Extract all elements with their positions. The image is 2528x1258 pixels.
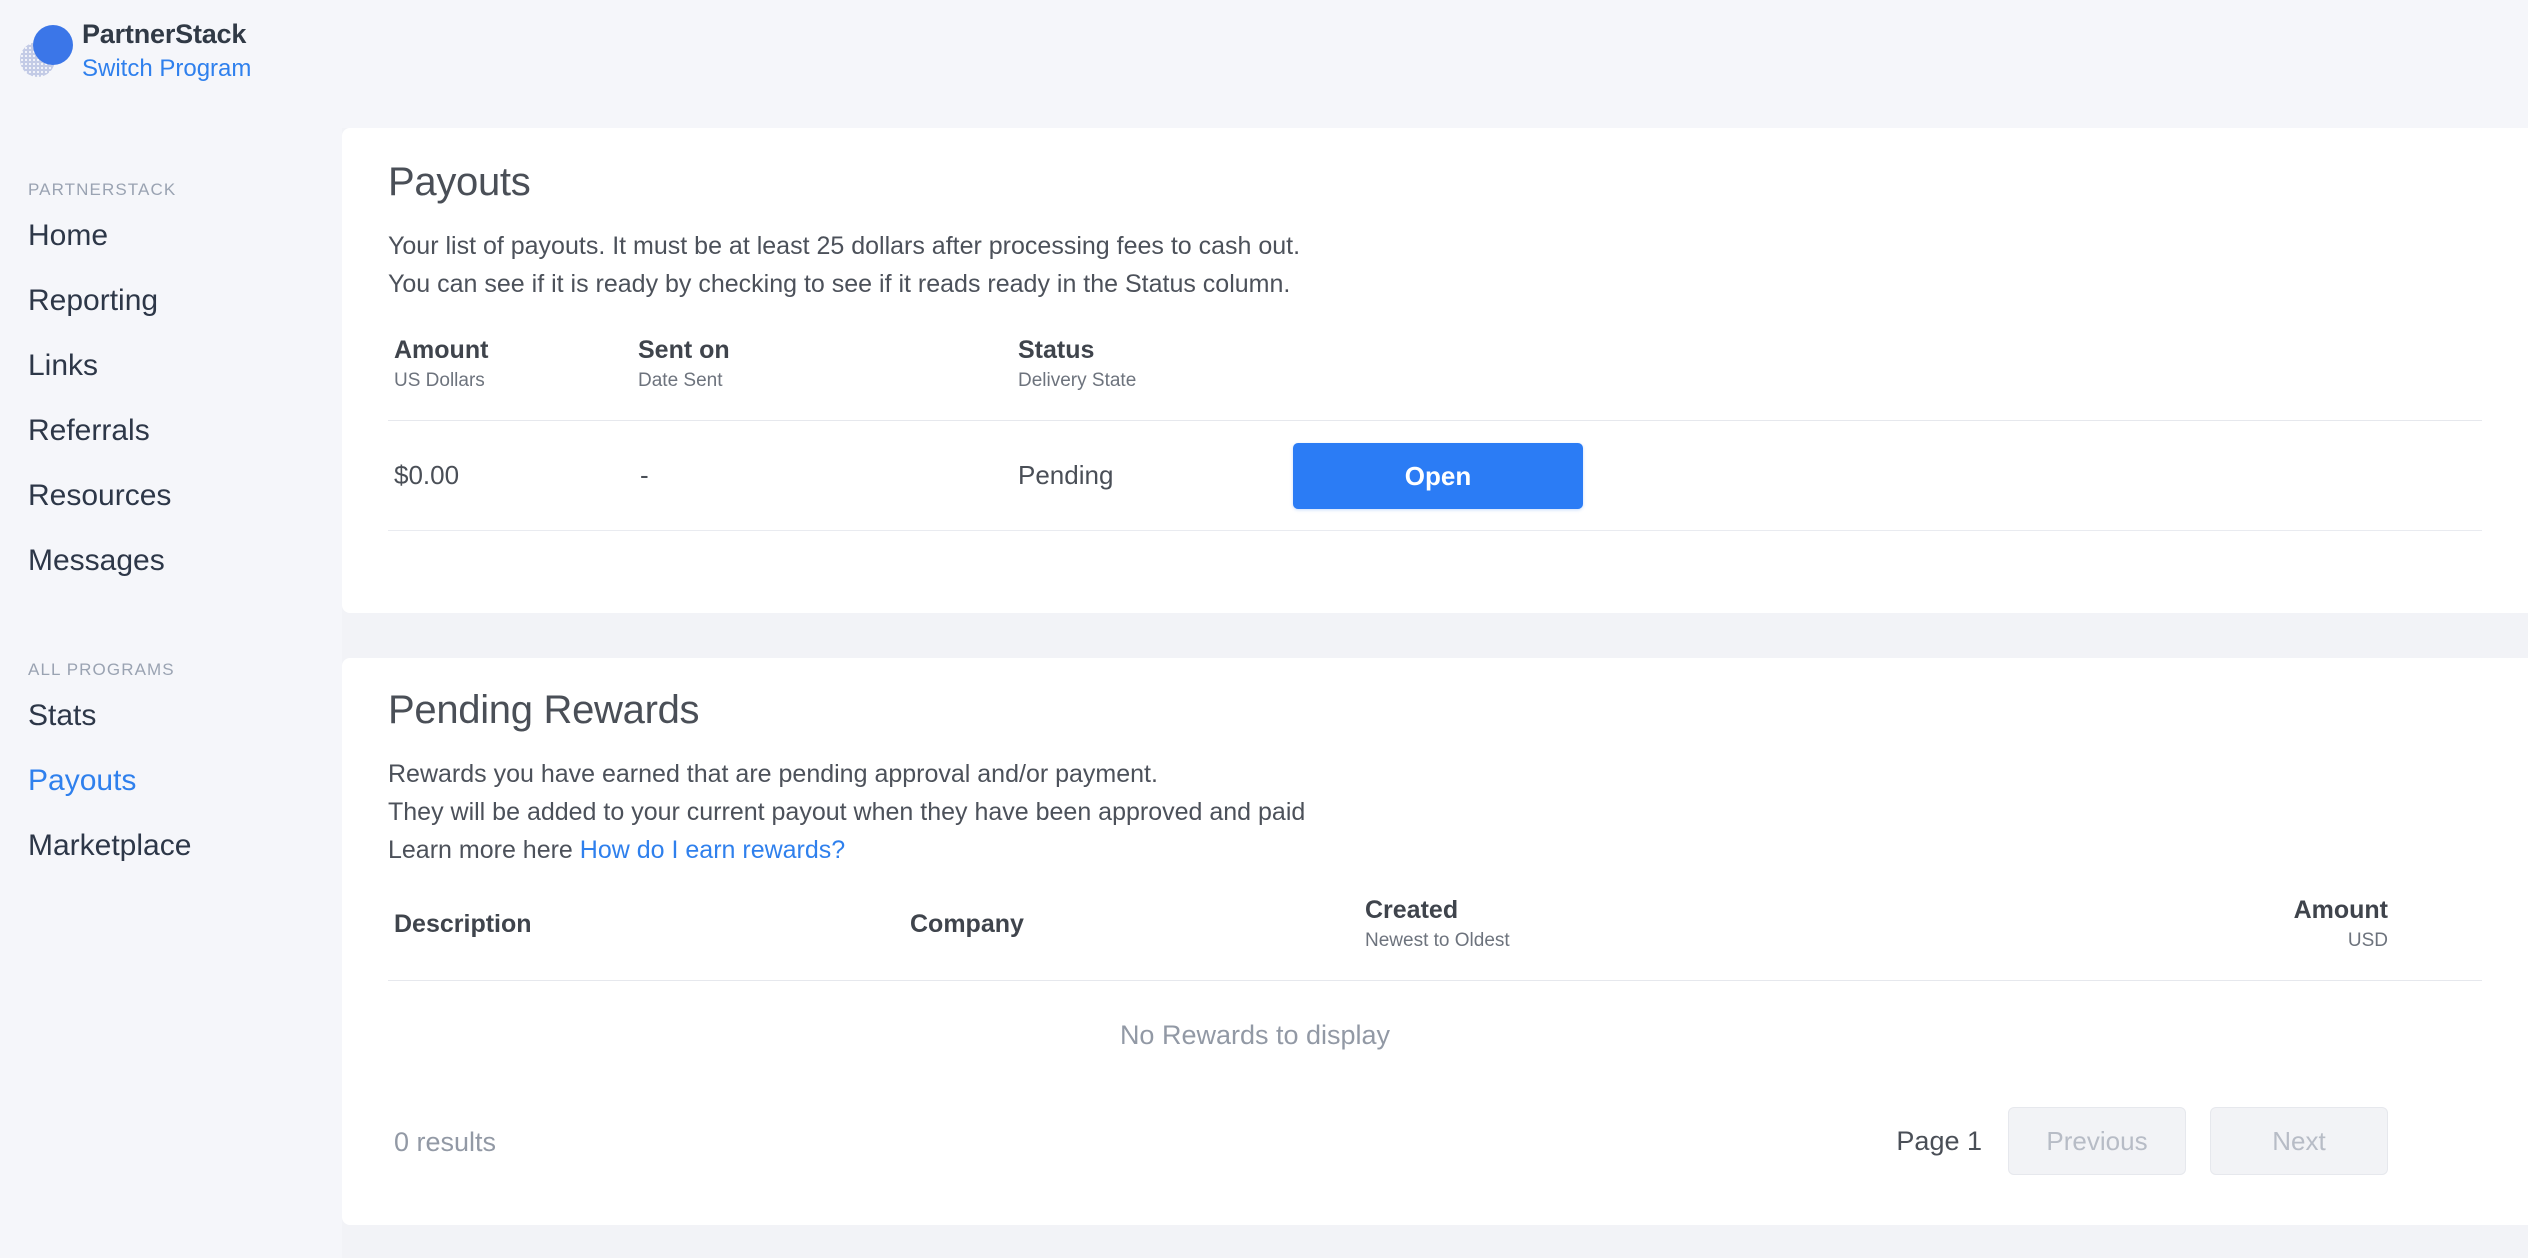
page-indicator: Page 1 bbox=[1896, 1125, 1982, 1156]
learn-more-prefix: Learn more here bbox=[388, 836, 580, 864]
sidebar: PartnerStack Switch Program PARTNERSTACK… bbox=[0, 0, 342, 1258]
rewards-column-description-title: Description bbox=[394, 910, 532, 938]
rewards-description-line-3: Learn more here How do I earn rewards? bbox=[388, 831, 2482, 869]
logo-solid-circle-icon bbox=[33, 25, 73, 65]
sidebar-item-marketplace[interactable]: Marketplace bbox=[0, 830, 342, 862]
payouts-column-amount-sub: US Dollars bbox=[394, 370, 485, 391]
sidebar-item-stats[interactable]: Stats bbox=[0, 700, 342, 732]
payouts-column-sent-on: Sent on Date Sent bbox=[638, 335, 730, 394]
previous-page-button[interactable]: Previous bbox=[2008, 1107, 2186, 1175]
sidebar-item-messages[interactable]: Messages bbox=[0, 545, 342, 577]
sidebar-heading-all-programs: ALL PROGRAMS bbox=[28, 660, 175, 679]
sidebar-heading-partnerstack: PARTNERSTACK bbox=[28, 180, 177, 199]
payouts-title: Payouts bbox=[388, 160, 531, 204]
payouts-description-line-1: Your list of payouts. It must be at leas… bbox=[388, 232, 1301, 260]
payouts-column-amount-title: Amount bbox=[394, 336, 489, 364]
payouts-column-status-title: Status bbox=[1018, 336, 1095, 364]
rewards-column-amount-sub: USD bbox=[2347, 930, 2388, 951]
payouts-description-line-2: You can see if it is ready by checking t… bbox=[388, 270, 1291, 298]
brand-header[interactable]: PartnerStack Switch Program bbox=[18, 14, 251, 86]
rewards-column-description: Description bbox=[394, 895, 532, 939]
payouts-card: Payouts Your list of payouts. It must be… bbox=[342, 128, 2528, 613]
partnerstack-circles-logo-icon bbox=[18, 20, 74, 78]
payouts-table-header: Amount US Dollars Sent on Date Sent Stat… bbox=[388, 335, 2482, 421]
main-content: Payouts Your list of payouts. It must be… bbox=[342, 0, 2528, 1258]
open-payout-button[interactable]: Open bbox=[1293, 443, 1583, 509]
payouts-column-amount: Amount US Dollars bbox=[394, 335, 488, 394]
payouts-page: PartnerStack Switch Program PARTNERSTACK… bbox=[0, 0, 2528, 1258]
rewards-column-created-title: Created bbox=[1365, 896, 1459, 924]
rewards-column-created-sub: Newest to Oldest bbox=[1365, 930, 1510, 951]
rewards-column-created: Created Newest to Oldest bbox=[1365, 895, 1510, 954]
payout-status-value: Pending bbox=[1018, 460, 1114, 490]
rewards-description-line-1: Rewards you have earned that are pending… bbox=[388, 760, 1158, 788]
rewards-column-amount: Amount USD bbox=[2294, 895, 2388, 954]
sidebar-item-referrals[interactable]: Referrals bbox=[0, 415, 342, 447]
results-count: 0 results bbox=[394, 1127, 497, 1157]
switch-program-link[interactable]: Switch Program bbox=[82, 52, 251, 86]
rewards-column-company: Company bbox=[910, 895, 1024, 939]
sidebar-group-all-programs: ALL PROGRAMS Stats Payouts Marketplace bbox=[0, 660, 342, 895]
rewards-description-line-2: They will be added to your current payou… bbox=[388, 798, 1306, 826]
sidebar-item-links[interactable]: Links bbox=[0, 350, 342, 382]
payouts-column-sent-on-title: Sent on bbox=[638, 336, 730, 364]
sidebar-item-resources[interactable]: Resources bbox=[0, 480, 342, 512]
payouts-column-sent-on-sub: Date Sent bbox=[638, 370, 723, 391]
pending-rewards-title: Pending Rewards bbox=[388, 688, 700, 732]
payouts-column-status-sub: Delivery State bbox=[1018, 370, 1137, 391]
sidebar-item-reporting[interactable]: Reporting bbox=[0, 285, 342, 317]
rewards-column-amount-title: Amount bbox=[2293, 896, 2388, 924]
next-page-button[interactable]: Next bbox=[2210, 1107, 2388, 1175]
how-do-i-earn-rewards-link[interactable]: How do I earn rewards? bbox=[580, 836, 845, 864]
top-band bbox=[342, 0, 2528, 128]
rewards-table-footer: 0 results Page 1 Previous Next bbox=[388, 1089, 2482, 1201]
rewards-column-company-title: Company bbox=[910, 910, 1024, 938]
pending-rewards-card: Pending Rewards Rewards you have earned … bbox=[342, 658, 2528, 1225]
pending-rewards-description: Rewards you have earned that are pending… bbox=[388, 755, 2482, 869]
sidebar-item-home[interactable]: Home bbox=[0, 220, 342, 252]
payouts-column-status: Status Delivery State bbox=[1018, 335, 1136, 394]
table-row: $0.00 - Pending Open bbox=[388, 421, 2482, 531]
rewards-table-header: Description Company Created Newest to Ol… bbox=[388, 895, 2482, 981]
pagination-controls: Page 1 Previous Next bbox=[1896, 1107, 2388, 1175]
sidebar-group-partnerstack: PARTNERSTACK Home Reporting Links Referr… bbox=[0, 180, 342, 610]
payout-amount-value: $0.00 bbox=[394, 460, 460, 490]
brand-name: PartnerStack bbox=[82, 19, 247, 49]
payout-sent-on-value: - bbox=[640, 460, 649, 490]
rewards-empty-state: No Rewards to display bbox=[1119, 1019, 1391, 1050]
sidebar-item-payouts[interactable]: Payouts bbox=[0, 765, 342, 797]
payouts-description: Your list of payouts. It must be at leas… bbox=[388, 227, 2482, 303]
